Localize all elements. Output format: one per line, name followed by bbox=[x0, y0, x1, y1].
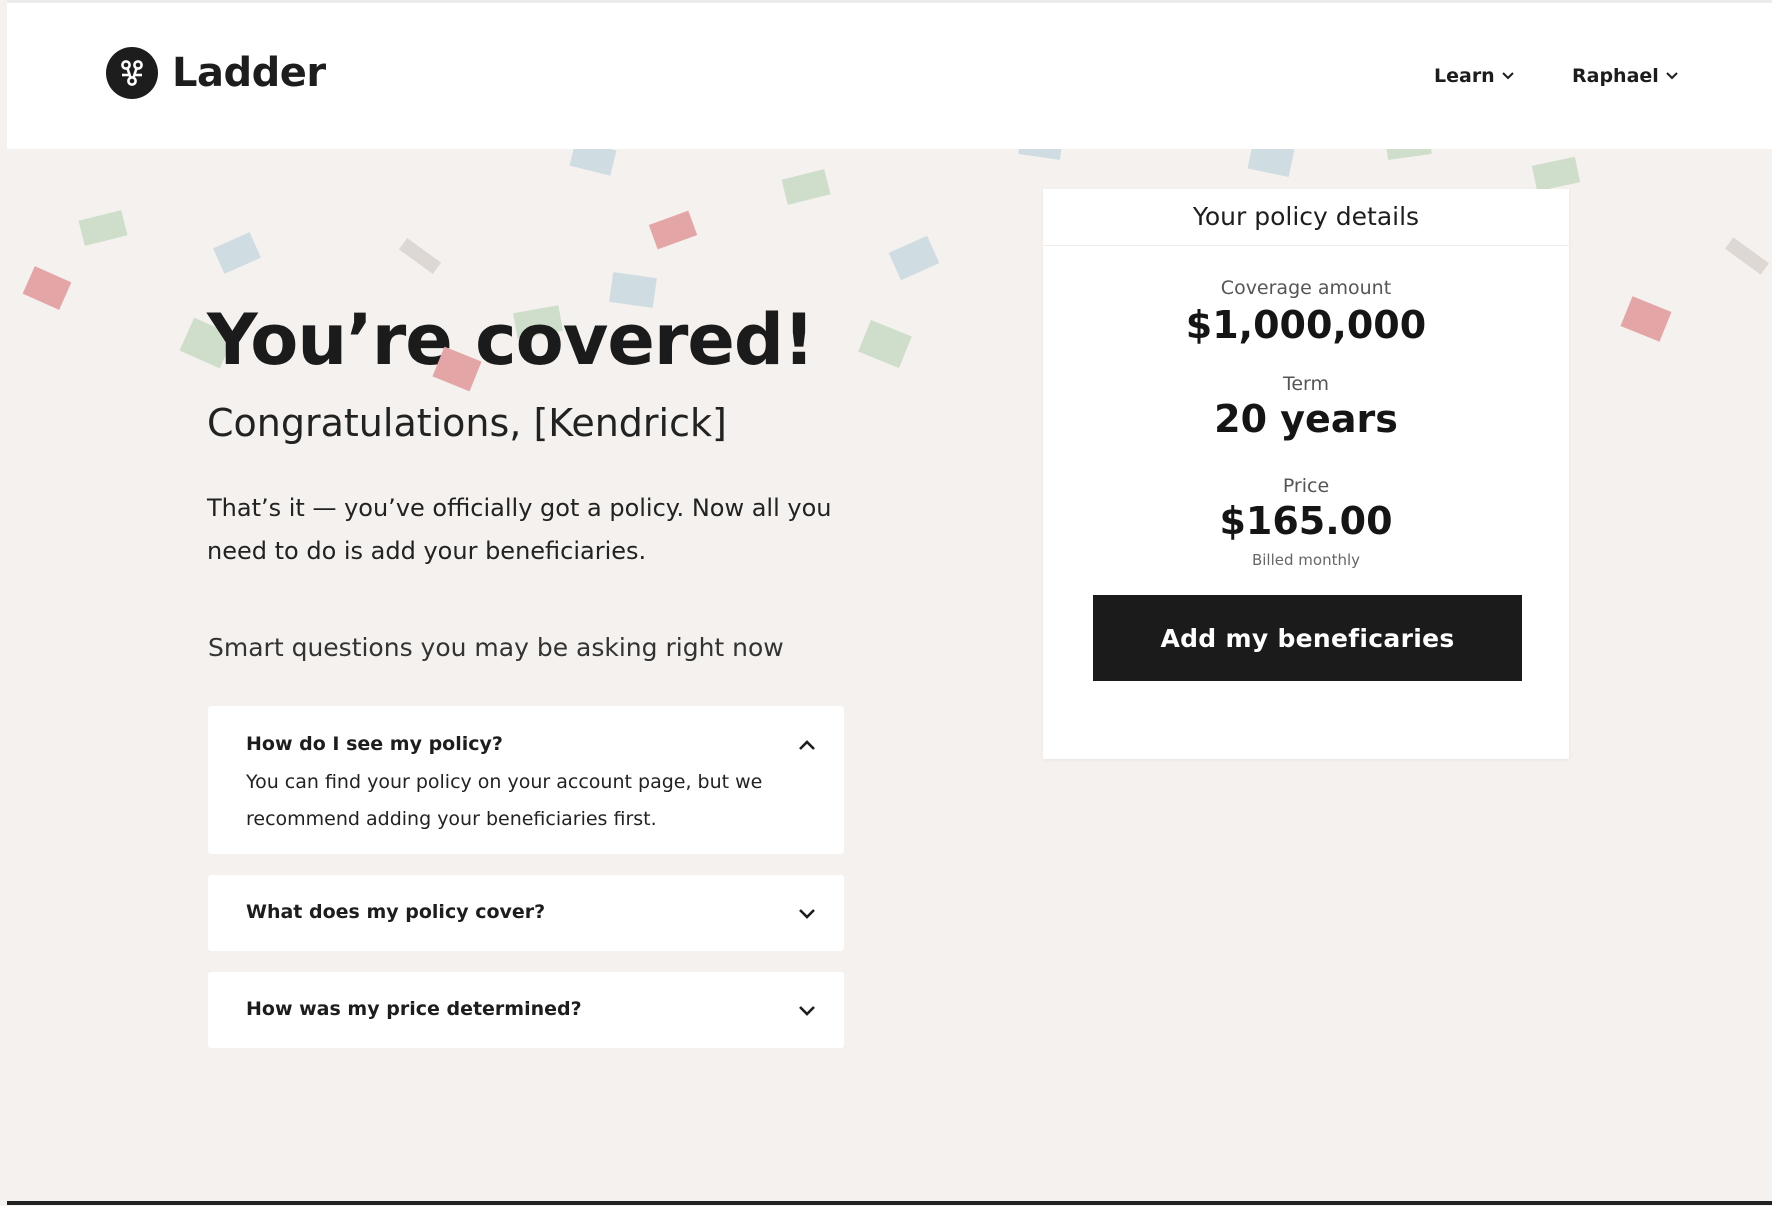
top-navigation-bar: Ladder Learn Raphael bbox=[7, 3, 1772, 149]
faq-question[interactable]: What does my policy cover? bbox=[246, 901, 545, 923]
faq-question[interactable]: How was my price determined? bbox=[246, 998, 582, 1020]
nav-learn-menu[interactable]: Learn bbox=[1434, 65, 1515, 87]
app-frame: Ladder Learn Raphael You’re covered! Con… bbox=[7, 0, 1772, 1205]
policy-card-title: Your policy details bbox=[1043, 189, 1569, 246]
brand-name: Ladder bbox=[172, 50, 326, 96]
faq-item-collapsed[interactable]: What does my policy cover? bbox=[208, 875, 844, 951]
confirmation-content: You’re covered! Congratulations, [Kendri… bbox=[7, 149, 1772, 1205]
coverage-label: Coverage amount bbox=[1220, 277, 1392, 299]
ladder-logo-icon bbox=[106, 47, 158, 99]
add-beneficiaries-button[interactable]: Add my beneficaries bbox=[1093, 595, 1522, 681]
price-label: Price bbox=[1282, 475, 1330, 497]
nav-user-menu[interactable]: Raphael bbox=[1572, 65, 1679, 87]
nav-user-label: Raphael bbox=[1572, 65, 1659, 87]
faq-item-collapsed[interactable]: How was my price determined? bbox=[208, 972, 844, 1048]
policy-details-card: Your policy details Coverage amount $1,0… bbox=[1043, 189, 1569, 759]
nav-learn-label: Learn bbox=[1434, 65, 1495, 87]
page-title: You’re covered! bbox=[207, 299, 815, 381]
chevron-down-icon[interactable] bbox=[798, 905, 816, 924]
chevron-down-icon bbox=[1666, 72, 1678, 80]
faq-heading: Smart questions you may be asking right … bbox=[208, 633, 784, 662]
term-value: 20 years bbox=[1214, 397, 1398, 441]
ladder-logo[interactable]: Ladder bbox=[106, 47, 326, 99]
faq-question[interactable]: How do I see my policy? bbox=[246, 733, 503, 755]
chevron-down-icon[interactable] bbox=[798, 1002, 816, 1021]
chevron-down-icon bbox=[1502, 72, 1514, 80]
chevron-up-icon[interactable] bbox=[798, 736, 816, 755]
term-label: Term bbox=[1282, 373, 1330, 395]
faq-item-expanded[interactable]: How do I see my policy? You can find you… bbox=[208, 706, 844, 854]
billing-note: Billed monthly bbox=[1251, 551, 1361, 569]
footer-divider bbox=[7, 1201, 1772, 1205]
price-value: $165.00 bbox=[1219, 499, 1393, 543]
confirmation-message: That’s it — you’ve officially got a poli… bbox=[207, 494, 832, 565]
coverage-value: $1,000,000 bbox=[1185, 303, 1427, 347]
faq-answer: You can find your policy on your account… bbox=[246, 771, 763, 830]
congratulations-subtitle: Congratulations, [Kendrick] bbox=[207, 401, 727, 445]
